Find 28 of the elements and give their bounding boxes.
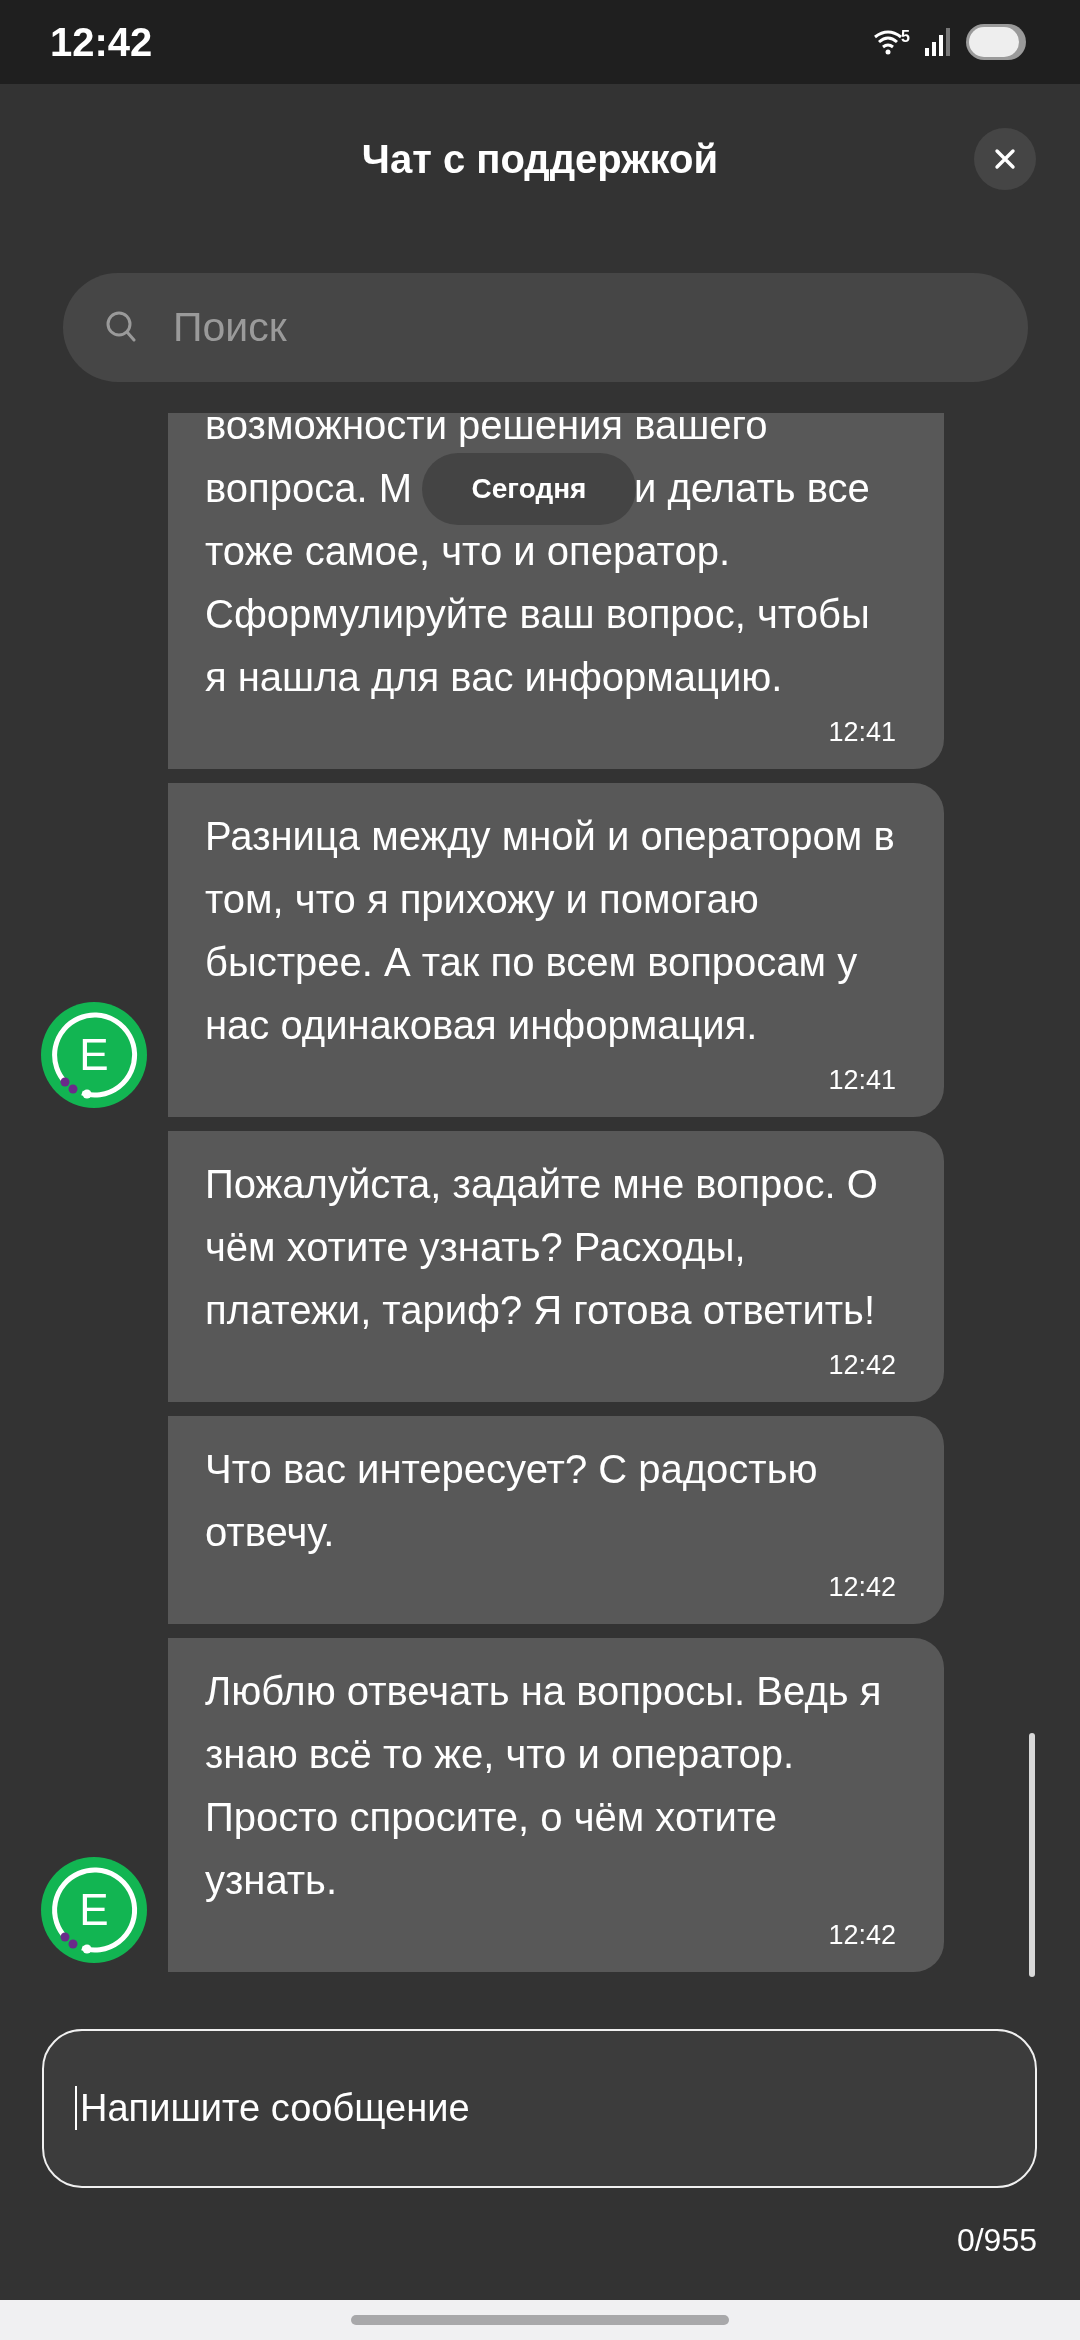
message-text: возможности решения вашего — [205, 413, 768, 447]
message-text: вопроса. М — [205, 466, 412, 510]
message-text: я нашла для вас информацию. — [205, 655, 783, 699]
close-icon — [993, 147, 1017, 171]
status-time: 12:42 — [50, 19, 153, 65]
screen-title: Чат с поддержкой — [361, 136, 719, 182]
message-time: 12:41 — [828, 1065, 896, 1095]
message-text: Сформулируйте ваш вопрос, чтобы — [205, 592, 870, 636]
message-text: Пожалуйста, задайте мне вопрос. О чём хотите узнать? Расходы, платежи, тариф? Я готова ответить! — [205, 1161, 879, 1334]
date-chip: Сегодня — [422, 453, 636, 525]
message-time: 12:41 — [828, 717, 896, 747]
message-input-field[interactable]: Напишите сообщение — [42, 2029, 1037, 2188]
message-text: Что вас интересует? С радостью отвечу. — [205, 1446, 819, 1556]
search-icon — [106, 311, 136, 343]
search-field[interactable]: Поиск — [63, 273, 1028, 382]
character-counter: 0/955 — [956, 2222, 1037, 2259]
wifi-standard-label: 5 — [901, 29, 910, 45]
message-time: 12:42 — [828, 1572, 896, 1602]
avatar-letter: E — [79, 1885, 109, 1935]
message-text: Люблю отвечать на вопросы. Ведь я знаю всё то же, что и оператор. Просто спросите, о чём хотите узнать. — [205, 1668, 883, 1904]
text-cursor — [75, 2086, 77, 2130]
signal-icon — [924, 28, 950, 56]
message-time: 12:42 — [828, 1920, 896, 1950]
message-time: 12:42 — [828, 1350, 896, 1380]
message-text: тоже самое, что и оператор. — [205, 529, 731, 573]
message-text: и делать все — [634, 466, 870, 510]
message-text: Разница между мной и оператором в том, что я прихожу и помогаю быстрее. А так по всем вопросам у нас одинаковая информация. — [205, 813, 896, 1049]
avatar-letter: E — [79, 1030, 109, 1080]
